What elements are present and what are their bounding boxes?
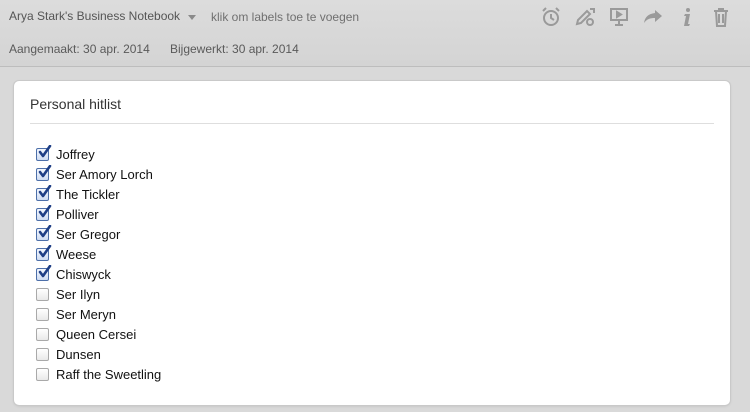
checklist-item-label: Polliver	[56, 206, 99, 222]
checkbox[interactable]	[36, 224, 52, 241]
checklist-item: Ser Ilyn	[36, 284, 161, 304]
checkbox[interactable]	[36, 307, 49, 321]
checklist-item: Ser Meryn	[36, 304, 161, 324]
share-icon[interactable]	[642, 6, 664, 28]
checklist-item: Dunsen	[36, 344, 161, 364]
checklist-item-label: The Tickler	[56, 186, 120, 202]
alarm-clock-icon[interactable]	[540, 6, 562, 28]
checkmark-icon	[38, 244, 52, 257]
checkbox[interactable]	[36, 347, 49, 361]
checklist-item: Chiswyck	[36, 264, 161, 284]
checkmark-icon	[38, 204, 52, 217]
checkbox[interactable]	[36, 144, 52, 161]
checklist-item: Polliver	[36, 204, 161, 224]
created-date: Aangemaakt: 30 apr. 2014	[9, 42, 150, 56]
checklist-item-label: Joffrey	[56, 146, 95, 162]
updated-date: Bijgewerkt: 30 apr. 2014	[170, 42, 299, 56]
checkbox[interactable]	[36, 287, 49, 301]
chevron-down-icon	[188, 14, 197, 20]
trash-icon[interactable]	[710, 6, 732, 28]
title-divider	[30, 123, 714, 124]
checklist-item: Ser Gregor	[36, 224, 161, 244]
checklist-item-label: Dunsen	[56, 346, 101, 362]
checkmark-icon	[38, 224, 52, 237]
note-card: Personal hitlist Joffrey Ser Amory Lorch T…	[14, 81, 730, 405]
checklist-item: Joffrey	[36, 144, 161, 164]
checklist-item: Queen Cersei	[36, 324, 161, 344]
checklist-item: The Tickler	[36, 184, 161, 204]
notebook-name: Arya Stark's Business Notebook	[9, 9, 181, 23]
checkbox[interactable]	[36, 244, 52, 261]
checkbox[interactable]	[36, 184, 52, 201]
checkbox[interactable]	[36, 327, 49, 341]
checklist-item: Ser Amory Lorch	[36, 164, 161, 184]
checklist-item: Weese	[36, 244, 161, 264]
checkbox[interactable]	[36, 204, 52, 221]
checkmark-icon	[38, 264, 52, 277]
checklist-item-label: Chiswyck	[56, 266, 111, 282]
info-icon[interactable]	[676, 6, 698, 28]
presentation-icon[interactable]	[608, 6, 630, 28]
checkmark-icon	[38, 144, 52, 157]
tags-input[interactable]: klik om labels toe te voegen	[211, 10, 359, 24]
checklist-item-label: Ser Gregor	[56, 226, 121, 242]
checklist-item-label: Ser Amory Lorch	[56, 166, 153, 182]
note-header: Arya Stark's Business Notebook klik om l…	[0, 0, 750, 67]
checklist-item-label: Queen Cersei	[56, 326, 137, 342]
note-title[interactable]: Personal hitlist	[30, 96, 121, 112]
checkbox[interactable]	[36, 264, 52, 281]
checklist-item-label: Ser Ilyn	[56, 286, 101, 302]
checklist-item-label: Raff the Sweetling	[56, 366, 162, 382]
annotate-icon[interactable]	[574, 6, 596, 28]
checkbox[interactable]	[36, 367, 49, 381]
notebook-selector[interactable]: Arya Stark's Business Notebook	[9, 9, 197, 23]
checkmark-icon	[38, 184, 52, 197]
checklist-item: Raff the Sweetling	[36, 364, 161, 384]
checklist-item-label: Weese	[56, 246, 97, 262]
note-toolbar	[540, 6, 732, 28]
checklist-item-label: Ser Meryn	[56, 306, 116, 322]
todo-list: Joffrey Ser Amory Lorch The Tickler Pollive…	[36, 144, 161, 384]
checkbox[interactable]	[36, 164, 52, 181]
checkmark-icon	[38, 164, 52, 177]
